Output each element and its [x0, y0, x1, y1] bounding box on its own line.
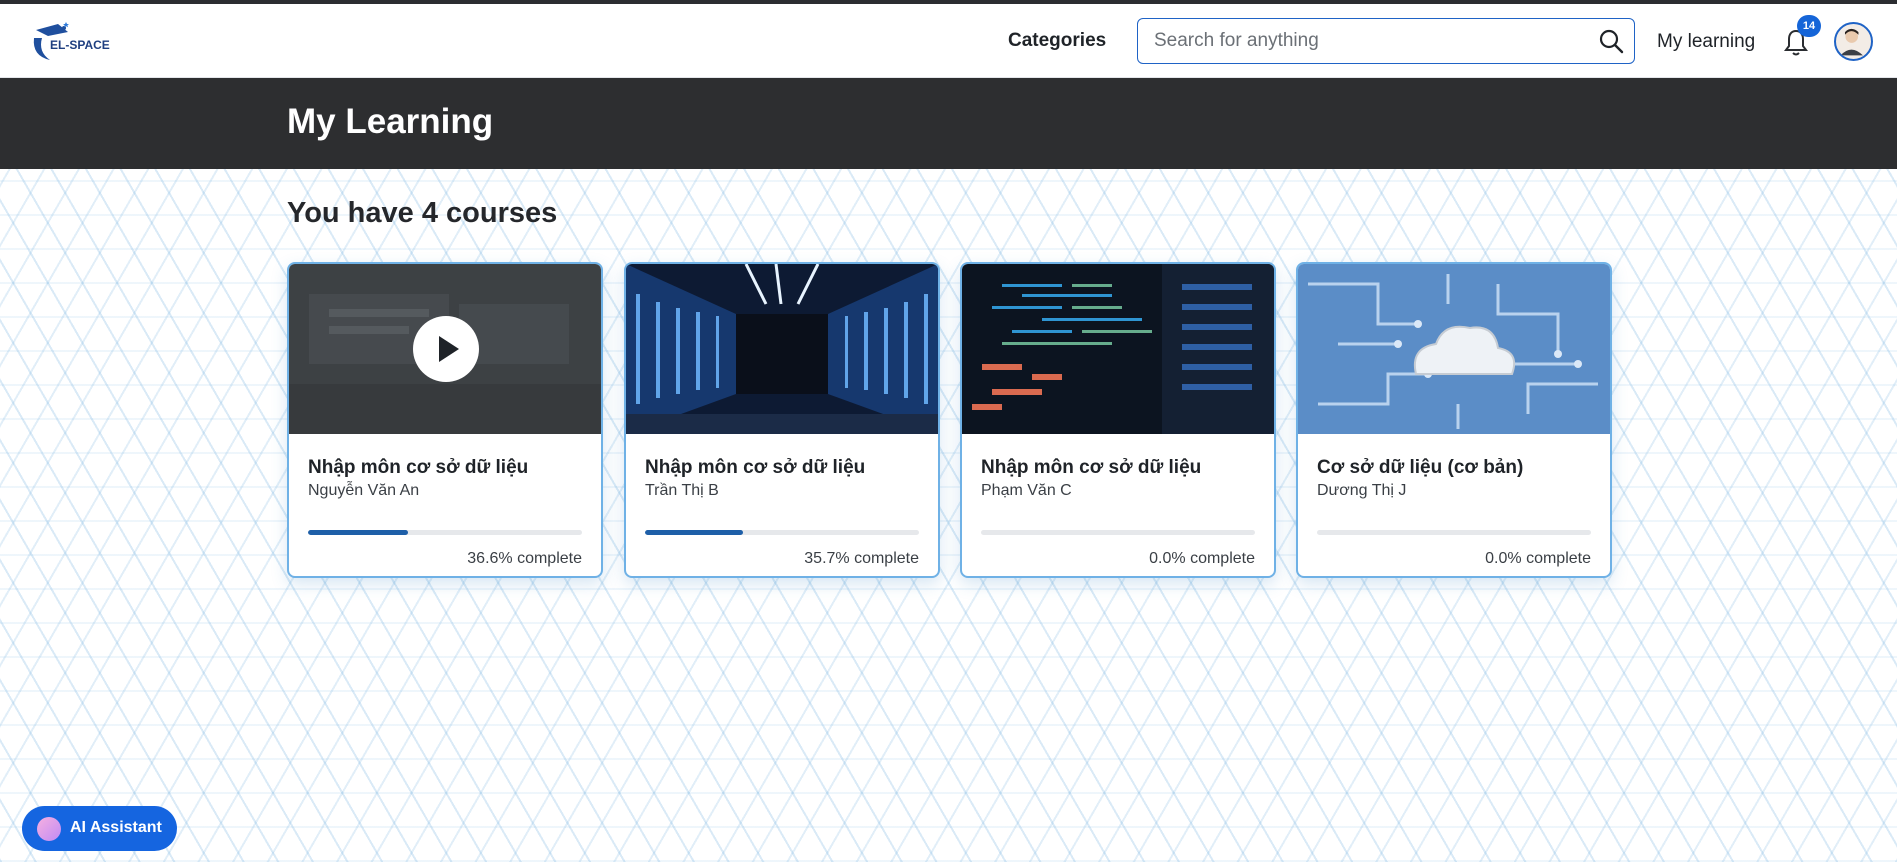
ai-assistant-button[interactable]: AI Assistant [22, 806, 177, 851]
course-author: Dương Thị J [1317, 482, 1407, 499]
el-space-logo[interactable]: EL-SPACE [28, 16, 138, 66]
course-author: Trần Thị B [645, 482, 719, 499]
ai-assistant-icon [37, 817, 61, 841]
progress-text: 36.6% complete [467, 550, 582, 567]
progress-bar [1317, 530, 1591, 535]
progress-fill [308, 530, 409, 535]
course-title: Nhập môn cơ sở dữ liệu [981, 457, 1202, 478]
course-author: Nguyễn Văn An [308, 482, 420, 499]
search-box[interactable] [1137, 18, 1635, 64]
logo-text: EL-SPACE [50, 38, 110, 52]
categories-link[interactable]: Categories [1008, 30, 1106, 52]
course-card[interactable]: Cơ sở dữ liệu (cơ bản) Dương Thị J 0.0% … [1296, 262, 1612, 578]
course-author: Phạm Văn C [981, 482, 1072, 499]
course-card[interactable]: Nhập môn cơ sở dữ liệu Nguyễn Văn An 36.… [287, 262, 603, 578]
course-thumbnail [962, 264, 1274, 434]
page-title: My Learning [287, 102, 494, 141]
progress-bar [981, 530, 1255, 535]
my-learning-link[interactable]: My learning [1657, 31, 1755, 53]
course-count-title: You have 4 courses [287, 197, 558, 229]
course-title: Cơ sở dữ liệu (cơ bản) [1317, 457, 1524, 478]
play-icon[interactable] [413, 316, 479, 382]
course-title: Nhập môn cơ sở dữ liệu [645, 457, 866, 478]
course-title: Nhập môn cơ sở dữ liệu [308, 457, 529, 478]
page-banner: My Learning [0, 78, 1897, 169]
course-thumbnail [626, 264, 938, 434]
progress-text: 0.0% complete [1485, 550, 1591, 567]
top-header: EL-SPACE Categories My learning 14 [0, 4, 1897, 78]
course-card[interactable]: Nhập môn cơ sở dữ liệu Trần Thị B 35.7% … [624, 262, 940, 578]
course-thumbnail [289, 264, 601, 434]
search-input[interactable] [1154, 29, 1574, 53]
progress-text: 0.0% complete [1149, 550, 1255, 567]
avatar[interactable] [1834, 22, 1873, 61]
progress-text: 35.7% complete [804, 550, 919, 567]
progress-bar [645, 530, 919, 535]
progress-fill [645, 530, 743, 535]
ai-assistant-label: AI Assistant [70, 819, 162, 836]
notification-badge: 14 [1797, 15, 1821, 37]
course-card[interactable]: Nhập môn cơ sở dữ liệu Phạm Văn C 0.0% c… [960, 262, 1276, 578]
progress-bar [308, 530, 582, 535]
courses-section: You have 4 courses Nhập môn cơ sở dữ liệ… [0, 169, 1897, 862]
course-thumbnail [1298, 264, 1610, 434]
search-icon[interactable] [1598, 28, 1624, 54]
